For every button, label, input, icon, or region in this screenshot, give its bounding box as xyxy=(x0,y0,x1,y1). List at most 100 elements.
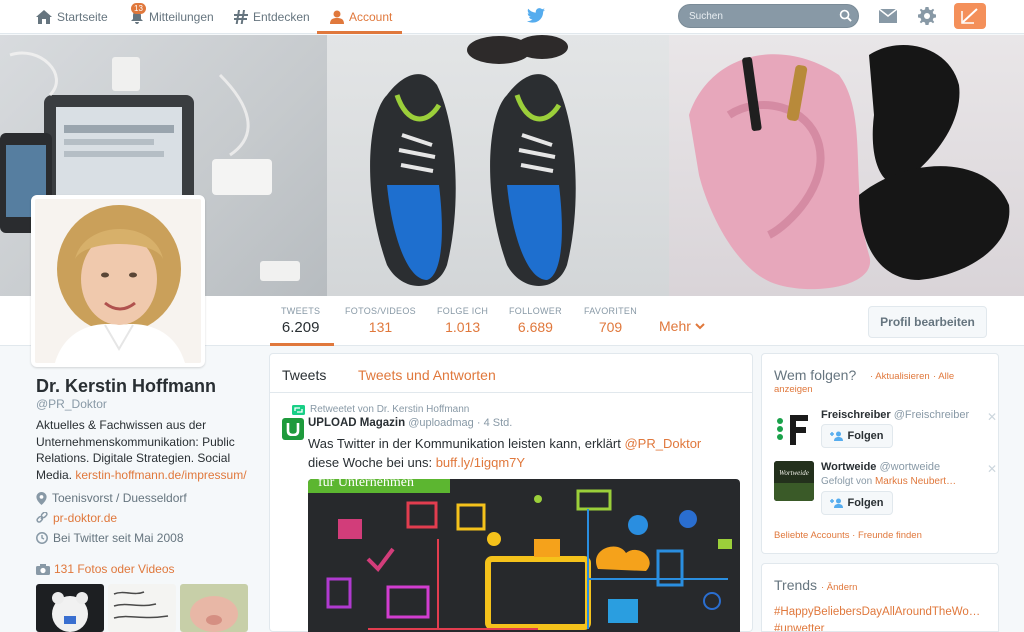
dismiss-suggestion-icon[interactable]: ✕ xyxy=(987,462,997,476)
wtf-name[interactable]: Freischreiber xyxy=(821,409,891,421)
wtf-name-line: Wortweide @wortweide xyxy=(821,461,940,473)
search-input[interactable] xyxy=(689,9,829,24)
wortweide-logo-image: Wortweide xyxy=(774,461,814,501)
trends-title: Trends xyxy=(774,577,818,593)
retweet-context: Retweetet von Dr. Kerstin Hoffmann xyxy=(292,404,469,415)
gear-icon[interactable] xyxy=(918,7,936,25)
nav-active-indicator xyxy=(317,31,402,34)
stat-photos-value: 131 xyxy=(368,319,393,335)
nav-discover-label: Entdecken xyxy=(253,10,310,24)
stat-following-label: FOLGE ICH xyxy=(437,306,489,316)
profile-website-link[interactable]: pr-doktor.de xyxy=(53,511,117,525)
camera-icon xyxy=(36,563,50,575)
top-navigation: Startseite Mitteilungen 13 Entdecken Acc… xyxy=(0,0,1024,34)
follow-button[interactable]: Folgen xyxy=(821,424,893,448)
nav-home-label: Startseite xyxy=(57,10,108,24)
user-icon xyxy=(330,10,344,24)
hashtag-icon xyxy=(234,10,248,24)
wtf-followed-by-link[interactable]: Markus Neubert… xyxy=(875,476,956,487)
stat-favorites-label: FAVORITEN xyxy=(584,306,638,316)
profile-location-text: Toenisvorst / Duesseldorf xyxy=(52,491,187,505)
tab-tweets-and-replies[interactable]: Tweets und Antworten xyxy=(358,367,496,383)
tweet-text-part2: diese Woche bei uns: xyxy=(308,455,433,470)
stat-tweets[interactable]: TWEETS 6.209 xyxy=(281,306,320,336)
photo-thumbnail[interactable] xyxy=(180,584,248,632)
thumbnail-handwriting-image xyxy=(113,591,169,619)
chevron-down-icon xyxy=(695,322,705,329)
stat-followers-label: FOLLOWER xyxy=(509,306,562,316)
edit-profile-button[interactable]: Profil bearbeiten xyxy=(868,306,987,338)
more-label: Mehr xyxy=(659,318,691,334)
wtf-avatar[interactable]: Wortweide xyxy=(774,461,814,501)
stat-photos-videos[interactable]: FOTOS/VIDEOS 131 xyxy=(345,306,416,335)
stat-active-indicator xyxy=(270,343,334,346)
upload-magazin-logo-icon xyxy=(286,423,300,436)
timeline-tabs: Tweets Tweets und Antworten xyxy=(270,354,752,393)
stat-followers[interactable]: FOLLOWER 6.689 xyxy=(509,306,562,335)
wtf-refresh-link[interactable]: · Aktualisieren xyxy=(870,371,930,382)
profile-bio-link[interactable]: kerstin-hoffmann.de/impressum/ xyxy=(75,468,246,482)
tweet-author-handle[interactable]: @uploadmag xyxy=(408,417,474,429)
wtf-avatar[interactable] xyxy=(774,409,814,449)
wtf-handle[interactable]: @wortweide xyxy=(879,461,940,473)
who-to-follow-module: Wem folgen? · Aktualisieren · Alle anzei… xyxy=(761,353,999,554)
profile-handle: @PR_Doktor xyxy=(36,397,107,411)
wtf-handle[interactable]: @Freischreiber xyxy=(894,409,969,421)
who-to-follow-title: Wem folgen? xyxy=(774,367,857,383)
wtf-name[interactable]: Wortweide xyxy=(821,461,876,473)
profile-name: Dr. Kerstin Hoffmann xyxy=(36,376,217,396)
follow-button[interactable]: Folgen xyxy=(821,491,893,515)
tweet-timestamp[interactable]: · 4 Std. xyxy=(477,417,512,429)
stat-following[interactable]: FOLGE ICH 1.013 xyxy=(437,306,488,335)
wtf-followed-by: Gefolgt von Markus Neubert… xyxy=(821,476,971,487)
tweet-link[interactable]: buff.ly/1igqm7Y xyxy=(436,455,525,470)
nav-discover[interactable]: Entdecken xyxy=(234,0,310,34)
photo-thumbnail[interactable] xyxy=(36,584,104,632)
stat-favorites[interactable]: FAVORITEN 709 xyxy=(584,306,637,335)
profile-avatar[interactable] xyxy=(31,195,205,367)
wortweide-logo-text: Wortweide xyxy=(779,469,809,477)
direct-messages-icon[interactable] xyxy=(879,9,897,23)
photos-videos-link[interactable]: 131 Fotos oder Videos xyxy=(36,562,175,576)
stat-favorites-value: 709 xyxy=(598,319,623,335)
quill-icon xyxy=(961,8,978,24)
tweet-text-part1: Was Twitter in der Kommunikation leisten… xyxy=(308,436,621,451)
twitter-bird-icon[interactable] xyxy=(527,8,545,23)
notifications-badge: 13 xyxy=(131,3,146,14)
search-icon[interactable] xyxy=(839,9,852,22)
tweet-mention[interactable]: @PR_Doktor xyxy=(624,436,701,451)
follow-button-label: Folgen xyxy=(847,497,884,509)
media-caption: für Unternehmen xyxy=(318,479,415,490)
compose-tweet-button[interactable] xyxy=(954,3,986,29)
wtf-view-all-link[interactable]: anzeigen xyxy=(774,384,813,395)
tweet-author-avatar[interactable] xyxy=(282,418,304,440)
trend-item[interactable]: #unwetter xyxy=(774,623,988,631)
photo-thumbnail[interactable] xyxy=(108,584,176,632)
link-icon xyxy=(36,512,48,523)
nav-account[interactable]: Account xyxy=(330,0,392,34)
stat-tweets-value: 6.209 xyxy=(281,319,320,336)
tab-tweets[interactable]: Tweets xyxy=(282,367,326,383)
wtf-footer-links[interactable]: Beliebte Accounts · Freunde finden xyxy=(774,530,922,541)
retweet-icon xyxy=(292,404,305,415)
more-menu[interactable]: Mehr xyxy=(659,318,705,334)
tweet-media-image[interactable]: für Unternehmen xyxy=(308,479,740,632)
follow-person-icon xyxy=(830,431,844,441)
tweet-author-name[interactable]: UPLOAD Magazin xyxy=(308,417,405,429)
trends-change-link[interactable]: · Ändern xyxy=(821,582,857,593)
nav-home[interactable]: Startseite xyxy=(36,0,108,34)
trend-item[interactable]: #HappyBeliebersDayAllAroundTheWo… xyxy=(774,606,988,618)
tweet-timeline: Tweets Tweets und Antworten Retweetet vo… xyxy=(269,353,753,632)
wtf-all-link[interactable]: · Alle xyxy=(933,371,954,382)
wtf-suggestion: Wortweide Wortweide @wortweide Gefolgt v… xyxy=(774,461,997,515)
stat-photos-label: FOTOS/VIDEOS xyxy=(345,306,416,316)
tweet-text: Was Twitter in der Kommunikation leisten… xyxy=(308,434,728,472)
profile-website: pr-doktor.de xyxy=(36,511,117,525)
media-caption-bar: für Unternehmen xyxy=(308,479,450,493)
stat-followers-value: 6.689 xyxy=(517,319,553,335)
thumbnail-bear-image xyxy=(52,592,88,632)
thumbnail-pig-image xyxy=(190,596,238,632)
calendar-clock-icon xyxy=(36,532,48,544)
dismiss-suggestion-icon[interactable]: ✕ xyxy=(987,410,997,424)
profile-joined: Bei Twitter seit Mai 2008 xyxy=(36,531,184,545)
